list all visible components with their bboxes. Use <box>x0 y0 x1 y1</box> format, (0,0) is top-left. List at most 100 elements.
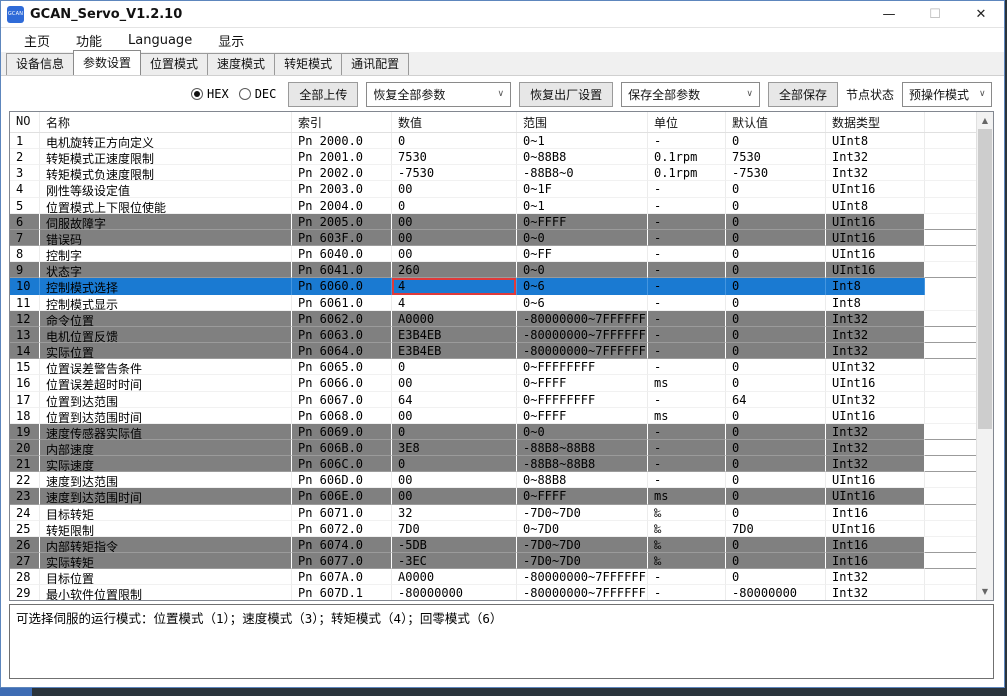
cell-value[interactable]: 00 <box>392 488 517 504</box>
table-row[interactable]: 22速度到达范围Pn 606D.0000~88B8-0UInt16 <box>10 472 976 488</box>
table-row[interactable]: 5位置模式上下限位使能Pn 2004.000~1-0UInt8 <box>10 198 976 214</box>
tab-parameter-settings[interactable]: 参数设置 <box>73 50 141 75</box>
dec-radio[interactable]: DEC <box>239 87 277 101</box>
cell-type: UInt16 <box>826 488 925 504</box>
tab-position-mode[interactable]: 位置模式 <box>140 53 208 75</box>
table-row[interactable]: 16位置误差超时时间Pn 6066.0000~FFFFms0UInt16 <box>10 375 976 391</box>
node-status-dropdown[interactable]: 预操作模式 ∨ <box>902 82 992 107</box>
cell-value[interactable]: -80000000 <box>392 585 517 600</box>
cell-value[interactable]: E3B4EB <box>392 343 517 359</box>
cell-index: Pn 6069.0 <box>292 424 392 440</box>
cell-filler <box>925 553 976 569</box>
cell-value[interactable]: -5DB <box>392 537 517 553</box>
cell-value[interactable]: -3EC <box>392 553 517 569</box>
table-row[interactable]: 18位置到达范围时间Pn 6068.0000~FFFFms0UInt16 <box>10 408 976 424</box>
table-row[interactable]: 26内部转矩指令Pn 6074.0-5DB-7D0~7D0‰0Int16 <box>10 537 976 553</box>
menu-item-language[interactable]: Language <box>117 31 203 50</box>
cell-value[interactable]: 7D0 <box>392 521 517 537</box>
cell-value[interactable]: 3E8 <box>392 440 517 456</box>
save-all-button[interactable]: 全部保存 <box>768 82 838 107</box>
tab-torque-mode[interactable]: 转矩模式 <box>274 53 342 75</box>
cell-value[interactable]: 00 <box>392 230 517 246</box>
cell-range: 0~6 <box>517 295 648 311</box>
cell-no: 26 <box>10 537 40 553</box>
cell-value[interactable]: 32 <box>392 505 517 521</box>
table-row[interactable]: 15位置误差警告条件Pn 6065.000~FFFFFFFF-0UInt32 <box>10 359 976 375</box>
table-row[interactable]: 24目标转矩Pn 6071.032-7D0~7D0‰0Int16 <box>10 505 976 521</box>
cell-value[interactable]: 0 <box>392 424 517 440</box>
table-row[interactable]: 23速度到达范围时间Pn 606E.0000~FFFFms0UInt16 <box>10 488 976 504</box>
taskbar-button[interactable] <box>0 688 32 696</box>
table-row[interactable]: 7错误码Pn 603F.0000~0-0UInt16 <box>10 230 976 246</box>
table-row[interactable]: 8控制字Pn 6040.0000~FF-0UInt16 <box>10 246 976 262</box>
table-row[interactable]: 25转矩限制Pn 6072.07D00~7D0‰7D0UInt16 <box>10 521 976 537</box>
cell-value[interactable]: 4 <box>392 295 517 311</box>
cell-value[interactable]: 00 <box>392 375 517 391</box>
scroll-down-icon[interactable]: ▼ <box>977 583 993 600</box>
table-row[interactable]: 12命令位置Pn 6062.0A0000-80000000~7FFFFFFF-0… <box>10 311 976 327</box>
tab-speed-mode[interactable]: 速度模式 <box>207 53 275 75</box>
table-row[interactable]: 6伺服故障字Pn 2005.0000~FFFF-0UInt16 <box>10 214 976 230</box>
factory-reset-button[interactable]: 恢复出厂设置 <box>519 82 613 107</box>
cell-value[interactable]: E3B4EB <box>392 327 517 343</box>
table-row[interactable]: 10控制模式选择Pn 6060.040~6-0Int8 <box>10 278 976 294</box>
cell-value[interactable]: A0000 <box>392 311 517 327</box>
cell-filler <box>925 505 976 521</box>
cell-value[interactable]: 0 <box>392 198 517 214</box>
tab-comm-config[interactable]: 通讯配置 <box>341 53 409 75</box>
table-row[interactable]: 13电机位置反馈Pn 6063.0E3B4EB-80000000~7FFFFFF… <box>10 327 976 343</box>
cell-value[interactable]: 260 <box>392 262 517 278</box>
table-row[interactable]: 9状态字Pn 6041.02600~0-0UInt16 <box>10 262 976 278</box>
table-row[interactable]: 1电机旋转正方向定义Pn 2000.000~1-0UInt8 <box>10 133 976 149</box>
cell-range: -88B8~88B8 <box>517 456 648 472</box>
table-row[interactable]: 2转矩模式正速度限制Pn 2001.075300~88B80.1rpm7530I… <box>10 149 976 165</box>
minimize-button[interactable]: — <box>866 1 912 27</box>
scroll-up-icon[interactable]: ▲ <box>977 112 993 129</box>
table-row[interactable]: 17位置到达范围Pn 6067.0640~FFFFFFFF-64UInt32 <box>10 392 976 408</box>
cell-default: 0 <box>726 537 826 553</box>
cell-value[interactable]: 00 <box>392 472 517 488</box>
scrollbar-thumb[interactable] <box>978 129 992 429</box>
cell-value[interactable]: 0 <box>392 359 517 375</box>
cell-value[interactable]: 00 <box>392 246 517 262</box>
maximize-button[interactable]: ☐ <box>912 1 958 27</box>
restore-all-params-dropdown[interactable]: 恢复全部参数 ∨ <box>366 82 511 107</box>
cell-type: UInt8 <box>826 133 925 149</box>
table-row[interactable]: 14实际位置Pn 6064.0E3B4EB-80000000~7FFFFFFF-… <box>10 343 976 359</box>
cell-value[interactable]: -7530 <box>392 165 517 181</box>
tab-device-info[interactable]: 设备信息 <box>6 53 74 75</box>
table-row[interactable]: 20内部速度Pn 606B.03E8-88B8~88B8-0Int32 <box>10 440 976 456</box>
cell-value[interactable]: 00 <box>392 214 517 230</box>
close-button[interactable]: ✕ <box>958 1 1004 27</box>
cell-value[interactable]: 00 <box>392 408 517 424</box>
cell-value[interactable]: 0 <box>392 133 517 149</box>
cell-default: 0 <box>726 440 826 456</box>
cell-index: Pn 6068.0 <box>292 408 392 424</box>
table-row[interactable]: 29最小软件位置限制Pn 607D.1-80000000-80000000~7F… <box>10 585 976 600</box>
cell-value[interactable]: A0000 <box>392 569 517 585</box>
table-row[interactable]: 11控制模式显示Pn 6061.040~6-0Int8 <box>10 295 976 311</box>
menu-item-display[interactable]: 显示 <box>207 29 255 52</box>
cell-value[interactable]: 0 <box>392 456 517 472</box>
cell-value[interactable]: 4 <box>392 278 517 294</box>
table-row[interactable]: 4刚性等级设定值Pn 2003.0000~1F-0UInt16 <box>10 181 976 197</box>
save-all-params-dropdown[interactable]: 保存全部参数 ∨ <box>621 82 760 107</box>
cell-value[interactable]: 00 <box>392 181 517 197</box>
cell-name: 位置误差超时时间 <box>40 375 292 391</box>
table-row[interactable]: 28目标位置Pn 607A.0A0000-80000000~7FFFFFFF-0… <box>10 569 976 585</box>
table-row[interactable]: 21实际速度Pn 606C.00-88B8~88B8-0Int32 <box>10 456 976 472</box>
table-row[interactable]: 27实际转矩Pn 6077.0-3EC-7D0~7D0‰0Int16 <box>10 553 976 569</box>
upload-all-button[interactable]: 全部上传 <box>288 82 358 107</box>
vertical-scrollbar[interactable]: ▲ ▼ <box>976 112 993 600</box>
cell-value[interactable]: 7530 <box>392 149 517 165</box>
table-row[interactable]: 3转矩模式负速度限制Pn 2002.0-7530-88B8~00.1rpm-75… <box>10 165 976 181</box>
cell-range: -88B8~0 <box>517 165 648 181</box>
cell-default: 0 <box>726 181 826 197</box>
menu-item-function[interactable]: 功能 <box>65 29 113 52</box>
hex-radio[interactable]: HEX <box>191 87 229 101</box>
cell-range: -80000000~7FFFFFFF <box>517 343 648 359</box>
table-row[interactable]: 19速度传感器实际值Pn 6069.000~0-0Int32 <box>10 424 976 440</box>
cell-no: 9 <box>10 262 40 278</box>
cell-value[interactable]: 64 <box>392 392 517 408</box>
menu-item-home[interactable]: 主页 <box>13 29 61 52</box>
